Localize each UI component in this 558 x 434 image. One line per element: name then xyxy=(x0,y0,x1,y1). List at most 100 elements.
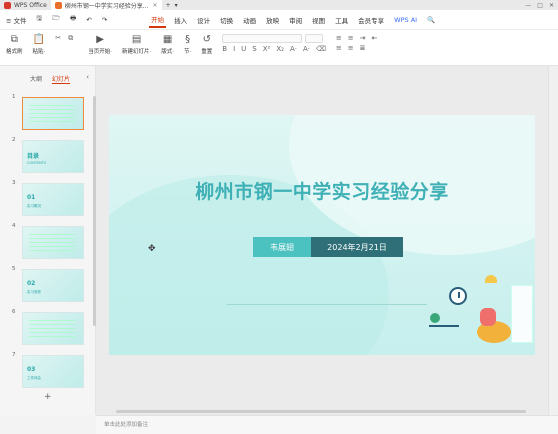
tab-design[interactable]: 设计 xyxy=(195,13,212,27)
slide-thumbnail-row[interactable]: 4 xyxy=(12,223,92,259)
file-menu[interactable]: ≡ 文件 xyxy=(4,13,29,27)
italic-button[interactable]: I xyxy=(233,45,235,53)
new-tab-button[interactable]: + ▾ xyxy=(162,0,182,10)
slide-thumbnail-row[interactable]: 6 xyxy=(12,309,92,345)
indent-button[interactable]: ⇥ xyxy=(360,34,366,42)
current-slide[interactable]: 柳州市钢一中学实习经验分享 韦展翅 2024年2月21日 xyxy=(109,115,535,355)
cut-icon[interactable]: ✂ xyxy=(55,34,65,43)
section-button[interactable]: § 节· xyxy=(184,34,191,55)
horizontal-scrollbar[interactable] xyxy=(116,410,526,413)
clock-icon xyxy=(449,287,467,305)
maximize-button[interactable]: □ xyxy=(537,2,543,9)
superscript-button[interactable]: X² xyxy=(263,45,271,53)
tab-insert[interactable]: 插入 xyxy=(172,13,189,27)
format-painter-icon: ⧉ xyxy=(10,34,18,45)
tab-label: 柳州市钢一中学实习经验分享... xyxy=(64,2,149,10)
slide-thumbnail[interactable] xyxy=(22,226,84,259)
chevron-down-icon[interactable]: ▾ xyxy=(175,2,178,9)
desk-icon xyxy=(429,325,459,327)
tab-slides[interactable]: 幻灯片 xyxy=(52,74,71,84)
notes-area[interactable]: 单击此处添加备注 xyxy=(96,415,558,434)
tab-tools[interactable]: 工具 xyxy=(333,13,350,27)
slide-thumbnail[interactable]: 02 实习收获 xyxy=(22,269,84,302)
numbered-list-button[interactable]: ≡ xyxy=(348,34,354,42)
section-icon: § xyxy=(185,34,191,45)
copy-icon[interactable]: ⧉ xyxy=(68,34,78,43)
slide-number: 2 xyxy=(12,137,16,143)
reset-icon: ↺ xyxy=(202,34,211,45)
reset-button[interactable]: ↺ 重置 xyxy=(201,34,212,55)
right-sidebar xyxy=(548,66,558,415)
slide-thumbnail-row[interactable]: 2 目录 CONTENTS xyxy=(12,137,92,173)
close-button[interactable]: ✕ xyxy=(549,2,554,9)
clipboard-small-buttons: ✂ ⧉ xyxy=(55,34,78,43)
layout-button[interactable]: ▦ 版式· xyxy=(161,34,174,55)
thumbnail-list: 12目录CONTENTS301实习概况4502实习收获6703工作体会8 xyxy=(0,90,96,390)
author-name[interactable]: 韦展翅 xyxy=(253,237,311,257)
slide-thumbnail-row[interactable]: 1 xyxy=(12,94,92,130)
font-family-select[interactable] xyxy=(222,34,303,43)
slide-thumbnail[interactable] xyxy=(22,312,84,345)
subscript-button[interactable]: X₂ xyxy=(276,45,284,53)
paste-button[interactable]: 📋 粘贴· xyxy=(33,34,46,55)
align-center-button[interactable]: ≡ xyxy=(348,44,354,52)
slide-thumbnail-row[interactable]: 5 02 实习收获 xyxy=(12,266,92,302)
slide-canvas: 柳州市钢一中学实习经验分享 韦展翅 2024年2月21日 ✥ xyxy=(96,66,548,415)
outdent-button[interactable]: ⇤ xyxy=(372,34,378,42)
ribbon-toolbar: ⧉ 格式刷 📋 粘贴· ✂ ⧉ ▶ 当页开始· ▤ 新建幻灯片· ▦ 版式· §… xyxy=(0,30,558,66)
study-illustration xyxy=(425,275,535,355)
highlight-button[interactable]: A· xyxy=(303,45,310,53)
font-size-select[interactable] xyxy=(305,34,324,43)
align-left-button[interactable]: ≡ xyxy=(336,44,342,52)
slide-title[interactable]: 柳州市钢一中学实习经验分享 xyxy=(109,177,535,204)
slide-number: 7 xyxy=(12,352,16,358)
strikethrough-button[interactable]: S xyxy=(252,45,256,53)
collapse-panel-icon[interactable]: ‹ xyxy=(86,73,89,81)
layout-icon: ▦ xyxy=(162,34,173,45)
play-icon: ▶ xyxy=(96,34,104,45)
format-painter-button[interactable]: ⧉ 格式刷 xyxy=(6,34,23,55)
tab-outline[interactable]: 大纲 xyxy=(30,74,42,84)
folder-icon[interactable]: 🗁 xyxy=(50,12,62,27)
minimize-button[interactable]: — xyxy=(525,2,531,9)
underline-button[interactable]: U xyxy=(241,45,246,53)
thumbnail-text-lines xyxy=(29,234,75,254)
new-slide-icon: ▤ xyxy=(131,34,142,45)
tab-member[interactable]: 会员专享 xyxy=(356,13,386,27)
tab-document[interactable]: 柳州市钢一中学实习经验分享... ✕ xyxy=(50,0,162,10)
font-color-button[interactable]: A· xyxy=(290,45,297,53)
wps-ai-button[interactable]: WPS AI xyxy=(392,14,419,26)
slide-thumbnail[interactable]: 目录 CONTENTS xyxy=(22,140,84,173)
slide-thumbnail[interactable]: 03 工作体会 xyxy=(22,355,84,388)
tab-animations[interactable]: 动画 xyxy=(241,13,258,27)
justify-button[interactable]: ≣ xyxy=(360,44,366,52)
tab-home[interactable]: 开始 xyxy=(149,12,167,28)
slide-thumbnail[interactable]: 01 实习概况 xyxy=(22,183,84,216)
tab-transitions[interactable]: 切换 xyxy=(218,13,235,27)
add-slide-button[interactable]: + xyxy=(44,392,52,402)
presentation-date[interactable]: 2024年2月21日 xyxy=(311,237,403,257)
search-icon[interactable]: 🔍 xyxy=(425,14,437,26)
tab-label: WPS Office xyxy=(14,1,47,9)
new-slide-button[interactable]: ▤ 新建幻灯片· xyxy=(122,34,151,55)
undo-icon[interactable]: ↶ xyxy=(84,14,93,26)
save-icon[interactable]: 🖫 xyxy=(35,12,45,27)
close-tab-icon[interactable]: ✕ xyxy=(153,2,158,9)
tab-view[interactable]: 视图 xyxy=(310,13,327,27)
slide-number: 3 xyxy=(12,180,16,186)
thumbnail-subheading: 实习概况 xyxy=(27,204,41,208)
slide-thumbnail[interactable] xyxy=(22,97,84,130)
lamp-icon xyxy=(485,275,497,283)
tab-wps-office[interactable]: WPS Office xyxy=(0,0,51,10)
bold-button[interactable]: B xyxy=(222,45,227,53)
redo-icon[interactable]: ↷ xyxy=(100,14,109,26)
clear-format-button[interactable]: ⌫ xyxy=(316,45,326,53)
start-from-current-button[interactable]: ▶ 当页开始· xyxy=(88,34,112,55)
bullet-list-button[interactable]: ≡ xyxy=(336,34,342,42)
tab-review[interactable]: 审阅 xyxy=(287,13,304,27)
slide-thumbnail-row[interactable]: 3 01 实习概况 xyxy=(12,180,92,216)
notes-placeholder: 单击此处添加备注 xyxy=(104,422,149,428)
slide-thumbnail-row[interactable]: 7 03 工作体会 xyxy=(12,352,92,388)
print-icon[interactable]: 🖶 xyxy=(68,12,78,27)
tab-slideshow[interactable]: 放映 xyxy=(264,13,281,27)
